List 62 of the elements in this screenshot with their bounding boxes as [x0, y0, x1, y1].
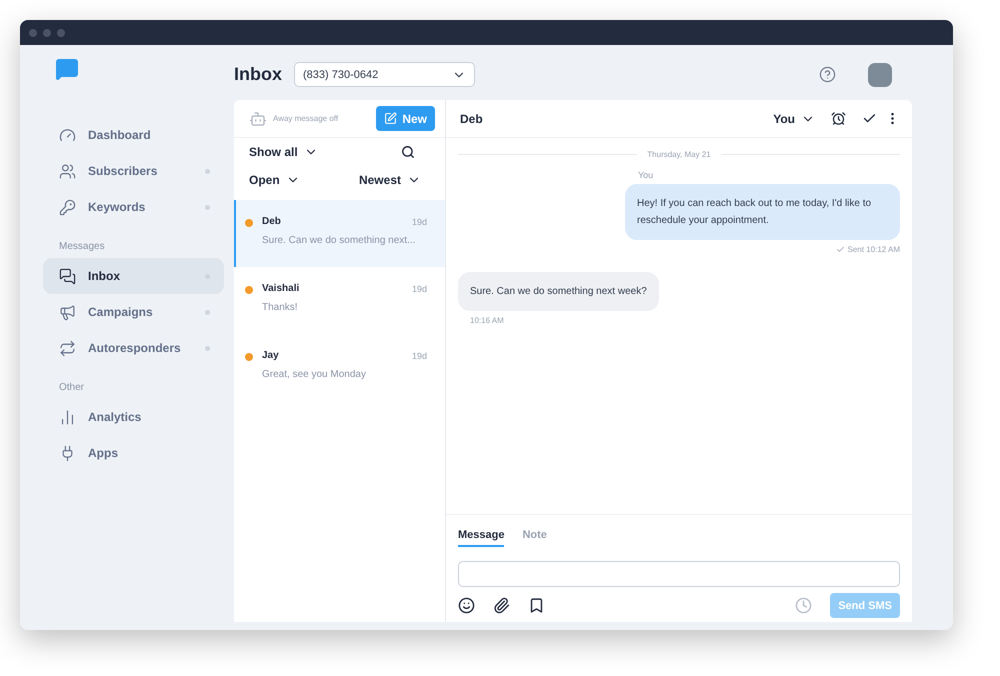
message-bubble: Sure. Can we do something next week? [458, 272, 659, 311]
nav-label: Autoresponders [88, 341, 182, 355]
sidebar-item[interactable]: Keywords [43, 189, 224, 225]
nav-label: Dashboard [88, 128, 152, 142]
sidebar-item[interactable]: Dashboard [43, 117, 224, 153]
contact-name: Vaishali [262, 283, 300, 294]
contact-name: Deb [262, 216, 281, 227]
emoji-icon[interactable] [458, 597, 475, 614]
edit-icon [384, 112, 398, 125]
message-input[interactable] [458, 561, 900, 587]
sidebar-item[interactable]: Campaigns [43, 294, 224, 330]
search-icon[interactable] [401, 145, 415, 159]
message-time: 19d [412, 216, 427, 226]
message-time: 19d [412, 350, 427, 360]
nav-label: Campaigns [88, 305, 154, 319]
date-divider: Thursday, May 21 [647, 150, 711, 159]
assignee-dropdown[interactable]: You [773, 112, 815, 126]
page-title: Inbox [234, 64, 282, 85]
message-preview: Thanks! [262, 302, 299, 313]
nav-icon [59, 198, 76, 216]
nav-label: Analytics [88, 410, 142, 424]
nav-icon [59, 304, 76, 320]
logo-icon [55, 57, 79, 81]
nav-icon [59, 340, 76, 356]
paperclip-icon[interactable] [493, 597, 510, 614]
sidebar-item[interactable]: Apps [43, 435, 224, 471]
bookmark-icon[interactable] [528, 597, 545, 614]
sidebar-item[interactable]: Inbox [43, 258, 224, 294]
group-heading: Messages [58, 240, 106, 254]
nav-label: Inbox [88, 269, 121, 283]
away-status: Away message off [273, 114, 340, 123]
group-heading: Other [58, 381, 86, 395]
phone-select[interactable]: (833) 730-0642 [294, 62, 475, 87]
nav-icon [59, 268, 76, 284]
message-status: 10:16 AM [470, 316, 504, 325]
nav-icon [59, 126, 76, 144]
message-bubble: Hey! If you can reach back out to me today, I'd like to reschedule your appointment. [625, 184, 900, 240]
sort-dropdown[interactable]: Newest [358, 173, 421, 187]
sidebar-item[interactable]: Subscribers [43, 153, 224, 189]
avatar[interactable] [868, 62, 892, 86]
composer-tab[interactable]: Message [458, 529, 504, 547]
filter-dropdown[interactable]: Show all [249, 145, 318, 159]
nav-label: Apps [88, 446, 119, 460]
nav-label: Subscribers [88, 164, 158, 178]
sidebar-item[interactable]: Autoresponders [43, 330, 224, 366]
message-status: Sent 10:12 AM [848, 245, 900, 254]
message-time: 19d [412, 284, 427, 294]
contact-name: Deb [460, 112, 484, 126]
sidebar-item[interactable]: Analytics [43, 399, 224, 435]
nav-label: Keywords [88, 200, 146, 214]
help-icon[interactable] [819, 66, 836, 83]
sender-label: You [638, 170, 654, 180]
alarm-clock-icon[interactable] [831, 111, 846, 126]
robot-icon [249, 110, 267, 128]
message-preview: Great, see you Monday [262, 369, 367, 380]
status-dropdown[interactable]: Open [249, 173, 300, 187]
message-preview: Sure. Can we do something next... [262, 235, 416, 246]
contact-name: Jay [262, 350, 279, 361]
check-icon [836, 245, 845, 254]
nav-icon [59, 408, 76, 426]
conversation-item[interactable]: Deb 19d Sure. Can we do something next... [234, 200, 445, 267]
nav-icon [59, 162, 76, 180]
